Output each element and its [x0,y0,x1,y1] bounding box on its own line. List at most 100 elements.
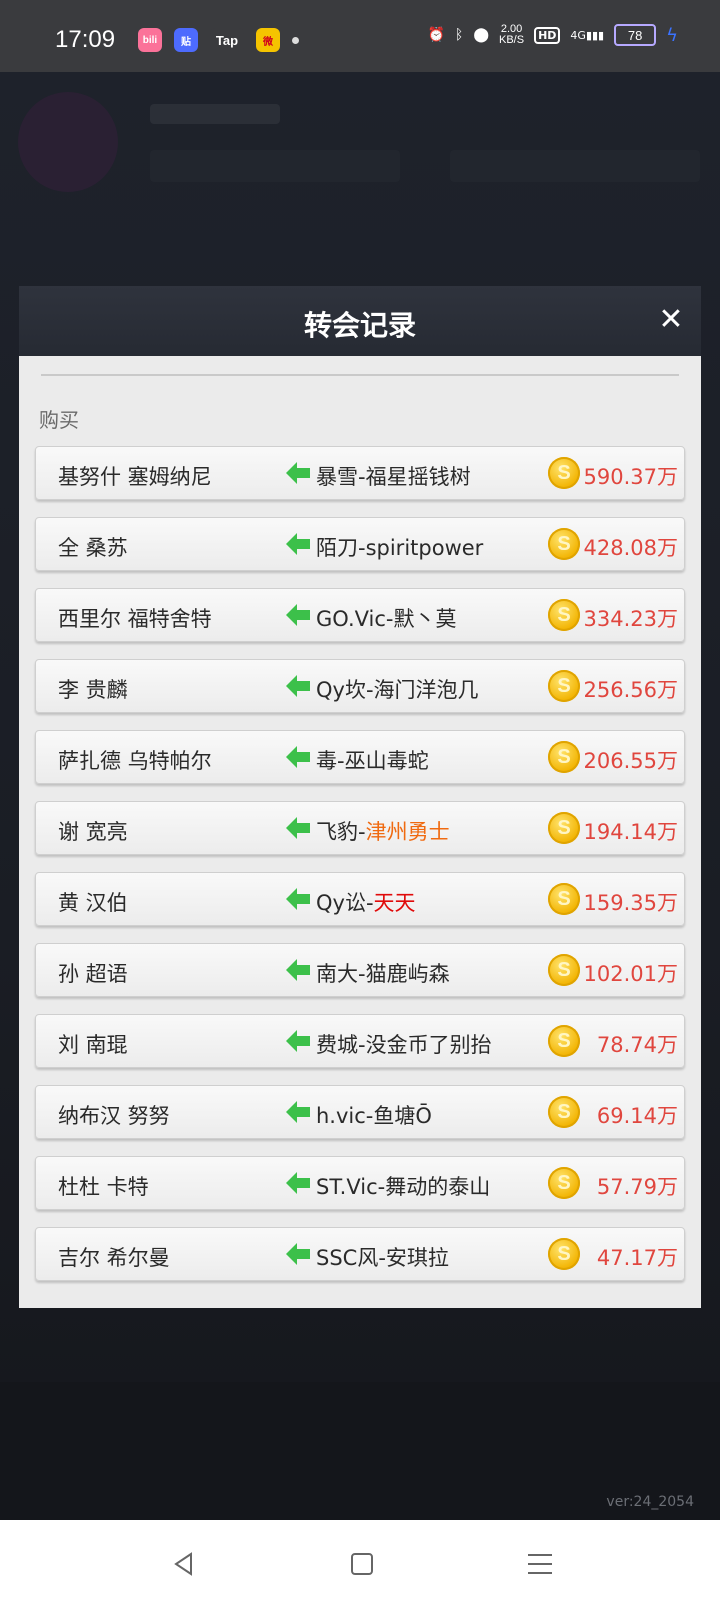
notification-icons: bili 贴 Tap 微 [138,28,299,52]
transfer-record-row[interactable]: 吉尔 希尔曼 SSC风-安琪拉 S 47.17万 [35,1227,685,1281]
coin-icon: S [548,1167,580,1199]
player-name: 杜杜 卡特 [58,1175,149,1199]
coin-icon: S [548,954,580,986]
seller-club: 南大-猫鹿屿森 [316,962,450,986]
coin-balance-bar [150,150,400,182]
hd-icon: HD [534,26,561,44]
dialog-title: 转会记录 [303,309,416,342]
transfer-price: 206.55万 [583,749,678,773]
seller-club: h.vic-鱼塘Ō [316,1104,432,1128]
transfer-record-row[interactable]: 杜杜 卡特 ST.Vic-舞动的泰山 S 57.79万 [35,1156,685,1210]
player-name: 全 桑苏 [58,536,128,560]
seller-club: Qy坎-海门洋泡几 [316,678,479,702]
team-name-placeholder [150,104,280,124]
transfer-record-row[interactable]: 黄 汉伯 Qy讼-天天 S 159.35万 [35,872,685,926]
transfer-price: 194.14万 [583,820,678,844]
transfer-record-dialog: 转会记录 ✕ 购买 基努什 塞姆纳尼 暴雪-福星摇钱树 S 590.37万全 桑苏 陌刀… [19,286,701,1308]
seller-club: Qy讼- [316,891,374,915]
transfer-record-row[interactable]: 西里尔 福特舍特 GO.Vic-默丶莫 S 334.23万 [35,588,685,642]
seller-name: Qy讼-天天 [316,887,416,917]
seller-highlighted-name: 天天 [373,891,416,915]
seller-club: 费城-没金币了别抬 [316,1033,492,1057]
transfer-price: 256.56万 [583,678,678,702]
arrow-left-icon [286,888,310,910]
charging-icon: ϟ [666,24,678,46]
section-label-buy: 购买 [39,408,79,432]
transfer-record-row[interactable]: 李 贵麟 Qy坎-海门洋泡几 S 256.56万 [35,659,685,713]
seller-name: Qy坎-海门洋泡几 [316,674,479,704]
seller-highlighted-name: 津州勇士 [365,820,450,844]
signal-label: 4G [570,28,586,42]
alarm-icon: ⏰ [427,27,445,43]
player-name: 李 贵麟 [58,678,128,702]
recents-icon [528,1554,552,1574]
seller-name: 费城-没金币了别抬 [316,1029,492,1059]
location-icon: ⬤ [473,27,489,43]
taptap-icon: Tap [210,28,244,52]
seller-name: 陌刀-spiritpower [316,532,483,562]
coin-icon: S [548,1025,580,1057]
player-name: 纳布汉 努努 [58,1104,170,1128]
transfer-price: 69.14万 [596,1104,678,1128]
arrow-left-icon [286,604,310,626]
coin-icon: S [548,599,580,631]
coin-icon: S [548,1238,580,1270]
player-name: 西里尔 福特舍特 [58,607,212,631]
dialog-header: 转会记录 ✕ [19,286,701,356]
seller-name: SSC风-安琪拉 [316,1242,449,1272]
transfer-price: 428.08万 [583,536,678,560]
recents-button[interactable] [518,1542,562,1586]
more-notifications-dot-icon [292,36,299,44]
arrow-left-icon [286,746,310,768]
transfer-record-row[interactable]: 纳布汉 努努 h.vic-鱼塘Ō S 69.14万 [35,1085,685,1139]
seller-club: 暴雪-福星摇钱树 [316,465,471,489]
back-button[interactable] [162,1542,206,1586]
team-logo [18,92,118,192]
coin-icon: S [548,457,580,489]
seller-club: GO.Vic-默丶莫 [316,607,457,631]
seller-club: 飞豹- [316,820,366,844]
status-bar: 17:09 bili 贴 Tap 微 ⏰ ᛒ ⬤ 2.00 KB/S HD 4G… [0,0,720,72]
transfer-record-row[interactable]: 全 桑苏 陌刀-spiritpower S 428.08万 [35,517,685,571]
player-name: 孙 超语 [58,962,128,986]
seller-name: 南大-猫鹿屿森 [316,958,450,988]
arrow-left-icon [286,1172,310,1194]
home-button[interactable] [340,1542,384,1586]
seller-club: ST.Vic-舞动的泰山 [316,1175,491,1199]
bilibili-icon: bili [138,28,162,52]
transfer-price: 47.17万 [596,1246,678,1270]
arrow-left-icon [286,1243,310,1265]
transfer-record-row[interactable]: 孙 超语 南大-猫鹿屿森 S 102.01万 [35,943,685,997]
seller-name: ST.Vic-舞动的泰山 [316,1171,490,1201]
player-name: 刘 南琨 [58,1033,128,1057]
seller-name: 暴雪-福星摇钱树 [316,461,471,491]
transfer-price: 78.74万 [596,1033,678,1057]
battery-level: 78 [627,27,643,43]
player-name: 基努什 塞姆纳尼 [58,465,212,489]
arrow-left-icon [286,533,310,555]
transfer-record-row[interactable]: 基努什 塞姆纳尼 暴雪-福星摇钱树 S 590.37万 [35,446,685,500]
system-icons: ⏰ ᛒ ⬤ 2.00 KB/S HD 4G▮▮▮ 78 ϟ [427,24,678,46]
close-button[interactable]: ✕ [651,300,691,340]
transfer-record-row[interactable]: 刘 南琨 费城-没金币了别抬 S 78.74万 [35,1014,685,1068]
tieba-icon: 贴 [174,28,198,52]
seller-name: GO.Vic-默丶莫 [316,603,457,633]
transfer-record-row[interactable]: 萨扎德 乌特帕尔 毒-巫山毒蛇 S 206.55万 [35,730,685,784]
transfer-price: 57.79万 [596,1175,678,1199]
seller-club: 毒-巫山毒蛇 [316,749,429,773]
transfer-record-row[interactable]: 谢 宽亮 飞豹-津州勇士 S 194.14万 [35,801,685,855]
coin-icon: S [548,883,580,915]
signal-icon: 4G▮▮▮ [570,28,605,42]
player-name: 谢 宽亮 [58,820,128,844]
bluetooth-icon: ᛒ [454,27,464,43]
record-list: 基努什 塞姆纳尼 暴雪-福星摇钱树 S 590.37万全 桑苏 陌刀-spiritpow… [35,446,685,1298]
coin-icon: S [548,670,580,702]
coin-icon: S [548,1096,580,1128]
player-name: 吉尔 希尔曼 [58,1246,170,1270]
coin-icon: S [548,812,580,844]
seller-club: SSC风-安琪拉 [316,1246,449,1270]
battery-icon: 78 [614,24,657,46]
arrow-left-icon [286,959,310,981]
back-icon [174,1552,192,1576]
transfer-price: 334.23万 [583,607,678,631]
